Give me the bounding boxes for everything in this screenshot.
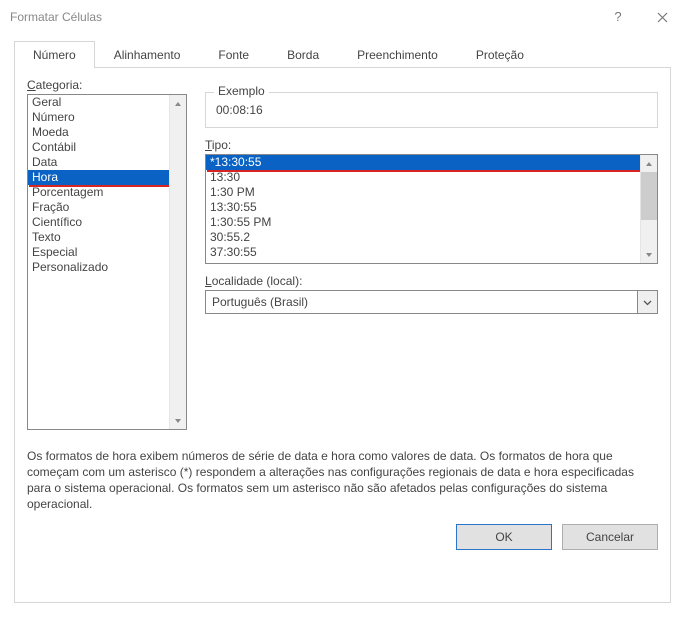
list-item[interactable]: 1:30:55 PM <box>206 215 657 230</box>
list-item[interactable]: Científico <box>28 215 186 230</box>
sample-value: 00:08:16 <box>214 103 649 117</box>
category-listbox[interactable]: GeralNúmeroMoedaContábilDataHoraPorcenta… <box>27 94 187 430</box>
list-item[interactable]: Fração <box>28 200 186 215</box>
category-label: Categoria: <box>27 78 187 92</box>
annotation-underline <box>29 185 169 187</box>
list-item[interactable]: Especial <box>28 245 186 260</box>
chevron-down-icon <box>643 298 652 307</box>
tab-fill[interactable]: Preenchimento <box>338 41 457 68</box>
svg-text:?: ? <box>614 10 621 24</box>
titlebar: Formatar Células ? <box>0 0 685 34</box>
scroll-up-button[interactable] <box>641 155 657 172</box>
locale-label: Localidade (local): <box>205 274 658 288</box>
description-text: Os formatos de hora exibem números de sé… <box>27 448 658 512</box>
list-item[interactable]: Texto <box>28 230 186 245</box>
list-item[interactable]: 30:55.2 <box>206 230 657 245</box>
category-column: Categoria: GeralNúmeroMoedaContábilDataH… <box>27 78 187 430</box>
locale-value: Português (Brasil) <box>206 295 637 309</box>
cancel-button[interactable]: Cancelar <box>562 524 658 550</box>
list-item[interactable]: Número <box>28 110 186 125</box>
tab-label: Borda <box>287 48 319 62</box>
scroll-down-button[interactable] <box>170 412 186 429</box>
tab-label: Preenchimento <box>357 48 438 62</box>
scroll-down-button[interactable] <box>641 246 657 263</box>
locale-select[interactable]: Português (Brasil) <box>205 290 658 314</box>
list-item[interactable]: Porcentagem <box>28 185 186 200</box>
list-item[interactable]: Data <box>28 155 186 170</box>
dropdown-button[interactable] <box>637 291 657 313</box>
window-title: Formatar Células <box>10 10 595 24</box>
tabstrip: Número Alinhamento Fonte Borda Preenchim… <box>14 40 671 68</box>
type-label: Tipo: <box>205 138 658 152</box>
ok-button[interactable]: OK <box>456 524 552 550</box>
sample-legend: Exemplo <box>214 84 269 98</box>
sample-fieldset: Exemplo 00:08:16 <box>205 92 658 128</box>
list-item[interactable]: 13:30:55 <box>206 200 657 215</box>
scrollbar-thumb[interactable] <box>641 172 657 220</box>
list-item[interactable]: 37:30:55 <box>206 245 657 260</box>
tab-label: Proteção <box>476 48 524 62</box>
dialog-body: Número Alinhamento Fonte Borda Preenchim… <box>0 34 685 617</box>
scrollbar[interactable] <box>169 95 186 429</box>
type-listbox[interactable]: *13:30:5513:301:30 PM13:30:551:30:55 PM3… <box>205 154 658 264</box>
tab-border[interactable]: Borda <box>268 41 338 68</box>
help-button[interactable]: ? <box>595 0 640 34</box>
tab-alignment[interactable]: Alinhamento <box>95 41 200 68</box>
dialog-footer: OK Cancelar <box>27 524 658 550</box>
button-label: Cancelar <box>586 530 634 544</box>
list-item[interactable]: 13:30 <box>206 170 657 185</box>
tab-panel-number: Categoria: GeralNúmeroMoedaContábilDataH… <box>14 68 671 603</box>
list-item[interactable]: Personalizado <box>28 260 186 275</box>
scrollbar[interactable] <box>640 155 657 263</box>
list-item[interactable]: *13:30:55 <box>206 155 657 170</box>
button-label: OK <box>495 530 512 544</box>
tab-label: Número <box>33 48 76 62</box>
scroll-up-button[interactable] <box>170 95 186 112</box>
tab-font[interactable]: Fonte <box>199 41 268 68</box>
tab-label: Alinhamento <box>114 48 181 62</box>
tab-protection[interactable]: Proteção <box>457 41 543 68</box>
list-item[interactable]: Moeda <box>28 125 186 140</box>
annotation-underline <box>207 170 640 172</box>
list-item[interactable]: Hora <box>28 170 186 185</box>
list-item[interactable]: Contábil <box>28 140 186 155</box>
close-button[interactable] <box>640 0 685 34</box>
tab-label: Fonte <box>218 48 249 62</box>
list-item[interactable]: Geral <box>28 95 186 110</box>
list-item[interactable]: 1:30 PM <box>206 185 657 200</box>
format-cells-dialog: Formatar Células ? Número Alinhamento Fo… <box>0 0 685 617</box>
tab-number[interactable]: Número <box>14 41 95 68</box>
details-column: Exemplo 00:08:16 Tipo: *13:30:5513:301:3… <box>205 78 658 314</box>
